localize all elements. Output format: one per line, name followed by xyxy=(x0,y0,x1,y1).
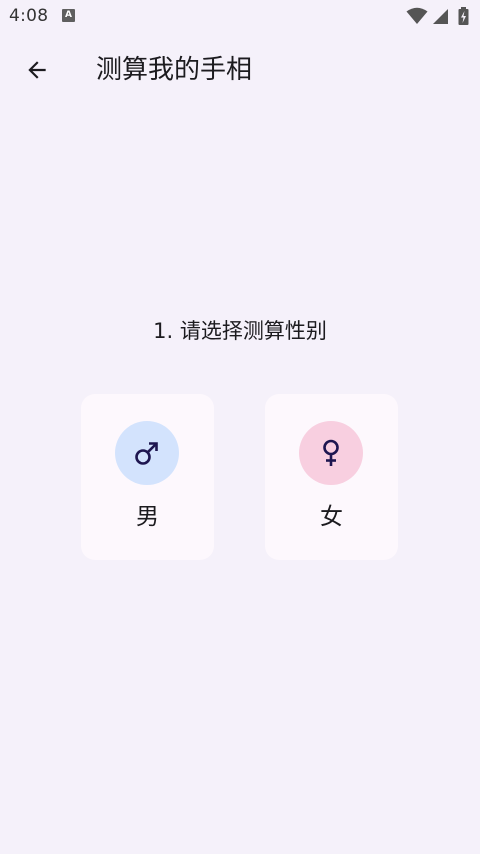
arrow-back-icon xyxy=(28,61,46,79)
wifi-icon xyxy=(406,7,428,24)
cellular-signal-icon xyxy=(433,9,448,24)
gender-question: 1. 请选择测算性别 xyxy=(153,319,327,343)
status-icons xyxy=(406,7,472,25)
app-bar: 测算我的手相 xyxy=(0,42,480,98)
female-option-card[interactable]: 女 xyxy=(265,394,398,560)
female-icon-circle xyxy=(299,421,363,485)
female-option-label: 女 xyxy=(320,504,343,530)
male-icon-circle xyxy=(115,421,179,485)
female-symbol-icon xyxy=(323,439,339,466)
battery-charging-icon xyxy=(458,7,469,25)
male-option-label: 男 xyxy=(136,504,159,530)
back-button[interactable] xyxy=(13,46,61,94)
notification-badge-icon: A xyxy=(62,9,75,22)
male-symbol-icon xyxy=(135,442,158,465)
page-title: 测算我的手相 xyxy=(96,55,253,85)
status-time: 4:08 xyxy=(9,6,49,26)
male-option-card[interactable]: 男 xyxy=(81,394,214,560)
status-bar: 4:08 A xyxy=(0,0,480,34)
